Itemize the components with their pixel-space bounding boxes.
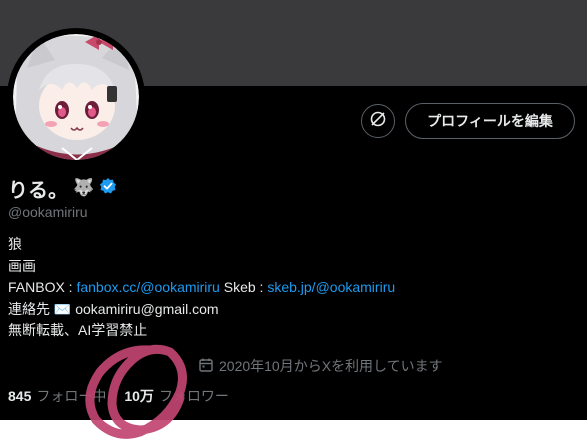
profile-bio: 狼 画画 FANBOX : fanbox.cc/@ookamiriru Skeb…	[8, 234, 395, 342]
bio-line-2: 画画	[8, 257, 36, 274]
display-name: りる。	[8, 179, 68, 202]
joined-date: 2020年10月からXを利用しています	[198, 356, 443, 376]
fanbox-prefix: FANBOX :	[8, 279, 77, 295]
joined-text: 2020年10月からXを利用しています	[219, 358, 443, 374]
calendar-icon	[198, 357, 214, 376]
user-handle: @ookamiriru	[8, 204, 88, 220]
bio-line-1: 狼	[8, 236, 22, 252]
following-count: 845	[8, 388, 32, 404]
envelope-icon: ✉️	[53, 300, 72, 317]
profile-avatar[interactable]	[7, 28, 145, 166]
skeb-prefix: Skeb :	[219, 279, 268, 295]
wolf-emoji: 🐺	[73, 178, 95, 197]
following-label: フォロー中	[36, 388, 107, 404]
bottom-strip	[0, 420, 587, 442]
bio-line-links: FANBOX : fanbox.cc/@ookamiriru Skeb : sk…	[8, 277, 395, 299]
followers-link[interactable]: 10万 フォロワー	[124, 386, 229, 406]
skeb-link[interactable]: skeb.jp/@ookamiriru	[267, 279, 395, 295]
verified-badge-icon[interactable]	[99, 177, 117, 200]
profile-page: プロフィールを編集 りる。 🐺 @ookamiriru 狼 画画 FANBOX …	[0, 0, 587, 442]
bio-line-5: 無断転載、AI学習禁止	[8, 322, 148, 338]
name-row: りる。 🐺	[8, 174, 117, 202]
premium-button[interactable]	[361, 104, 395, 138]
contact-prefix: 連絡先	[8, 300, 54, 317]
fanbox-link[interactable]: fanbox.cc/@ookamiriru	[76, 279, 219, 295]
followers-count: 10万	[124, 388, 154, 404]
bio-line-contact: 連絡先 ✉️ ookamiriru@gmail.com	[8, 299, 395, 321]
premium-circle-icon	[369, 110, 387, 133]
follow-stats: 845 フォロー中 10万 フォロワー	[8, 386, 229, 406]
following-link[interactable]: 845 フォロー中	[8, 386, 106, 406]
contact-email: ookamiriru@gmail.com	[71, 300, 219, 317]
edit-profile-button[interactable]: プロフィールを編集	[405, 103, 575, 139]
followers-label: フォロワー	[158, 388, 229, 404]
